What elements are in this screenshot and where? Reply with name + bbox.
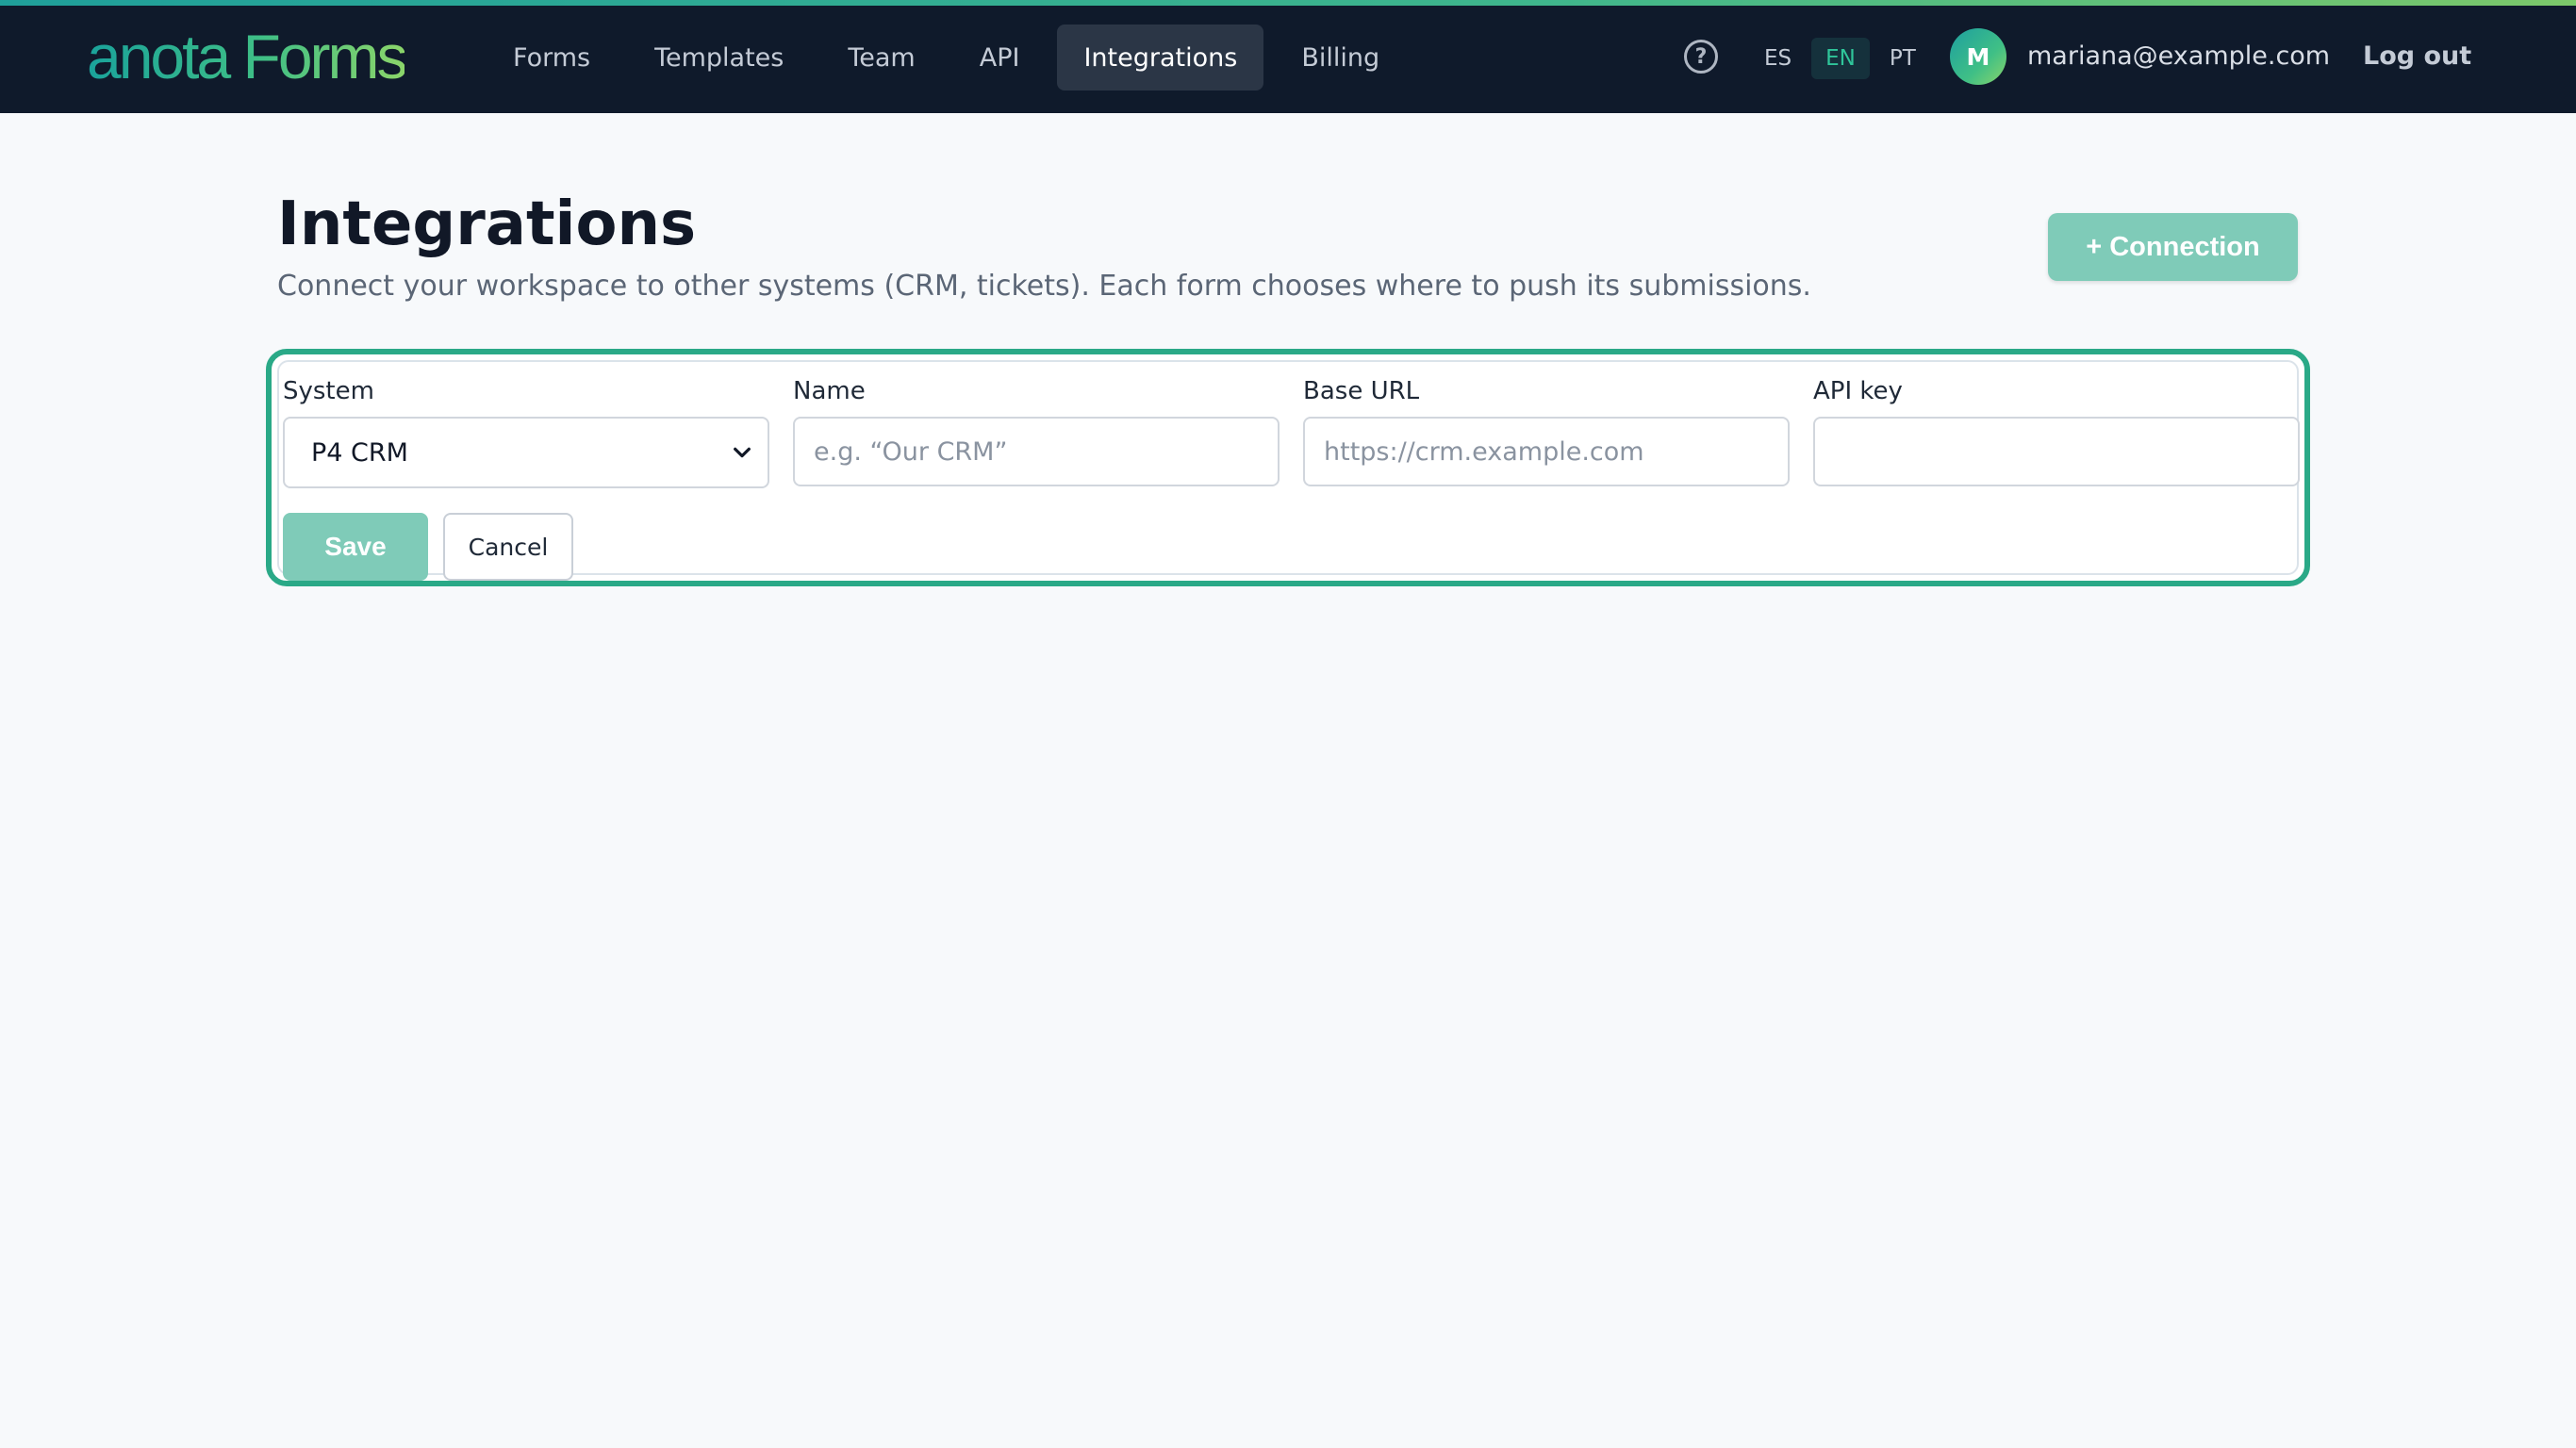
- chevron-down-icon: [734, 447, 751, 458]
- add-connection-button[interactable]: + Connection: [2048, 213, 2298, 281]
- name-field: Name: [793, 375, 1280, 486]
- help-glyph: ?: [1694, 44, 1708, 69]
- system-label: System: [283, 377, 374, 405]
- nav-integrations[interactable]: Integrations: [1057, 25, 1264, 90]
- nav-team[interactable]: Team: [821, 25, 941, 90]
- system-selected-value: P4 CRM: [311, 437, 408, 468]
- base-url-input[interactable]: [1303, 417, 1790, 486]
- system-select[interactable]: P4 CRM: [283, 417, 769, 488]
- nav-forms[interactable]: Forms: [487, 25, 617, 90]
- base-url-field: Base URL: [1303, 375, 1790, 486]
- user-email: mariana@example.com: [2027, 41, 2331, 71]
- system-field: System P4 CRM: [283, 375, 769, 488]
- top-navigation-bar: anota Forms Forms Templates Team API Int…: [0, 0, 2576, 113]
- page-title: Integrations: [277, 189, 697, 259]
- api-key-label: API key: [1813, 377, 1903, 405]
- base-url-label: Base URL: [1303, 377, 1420, 405]
- api-key-field: API key: [1813, 375, 2300, 486]
- nav-api[interactable]: API: [953, 25, 1047, 90]
- lang-en[interactable]: EN: [1811, 38, 1870, 79]
- main-nav: Forms Templates Team API Integrations Bi…: [487, 25, 1417, 90]
- cancel-button[interactable]: Cancel: [443, 513, 573, 581]
- avatar[interactable]: M: [1950, 28, 2006, 85]
- name-input[interactable]: [793, 417, 1280, 486]
- logout-link[interactable]: Log out: [2363, 38, 2471, 75]
- language-switcher: ES EN PT: [1750, 38, 1936, 79]
- lang-pt[interactable]: PT: [1875, 38, 1930, 79]
- nav-billing[interactable]: Billing: [1275, 25, 1406, 90]
- name-label: Name: [793, 377, 866, 405]
- connection-form-inner: System P4 CRM Name Base URL API key Save…: [277, 360, 2300, 581]
- api-key-input[interactable]: [1813, 417, 2300, 486]
- save-button[interactable]: Save: [283, 513, 428, 581]
- topbar-accent-line: [0, 0, 2576, 6]
- question-circle-icon[interactable]: ?: [1684, 40, 1718, 74]
- logo[interactable]: anota Forms: [87, 23, 407, 90]
- lang-es[interactable]: ES: [1750, 38, 1806, 79]
- page-subtitle: Connect your workspace to other systems …: [277, 270, 1811, 303]
- nav-templates[interactable]: Templates: [628, 25, 810, 90]
- connection-form: System P4 CRM Name Base URL API key Save…: [266, 349, 2310, 586]
